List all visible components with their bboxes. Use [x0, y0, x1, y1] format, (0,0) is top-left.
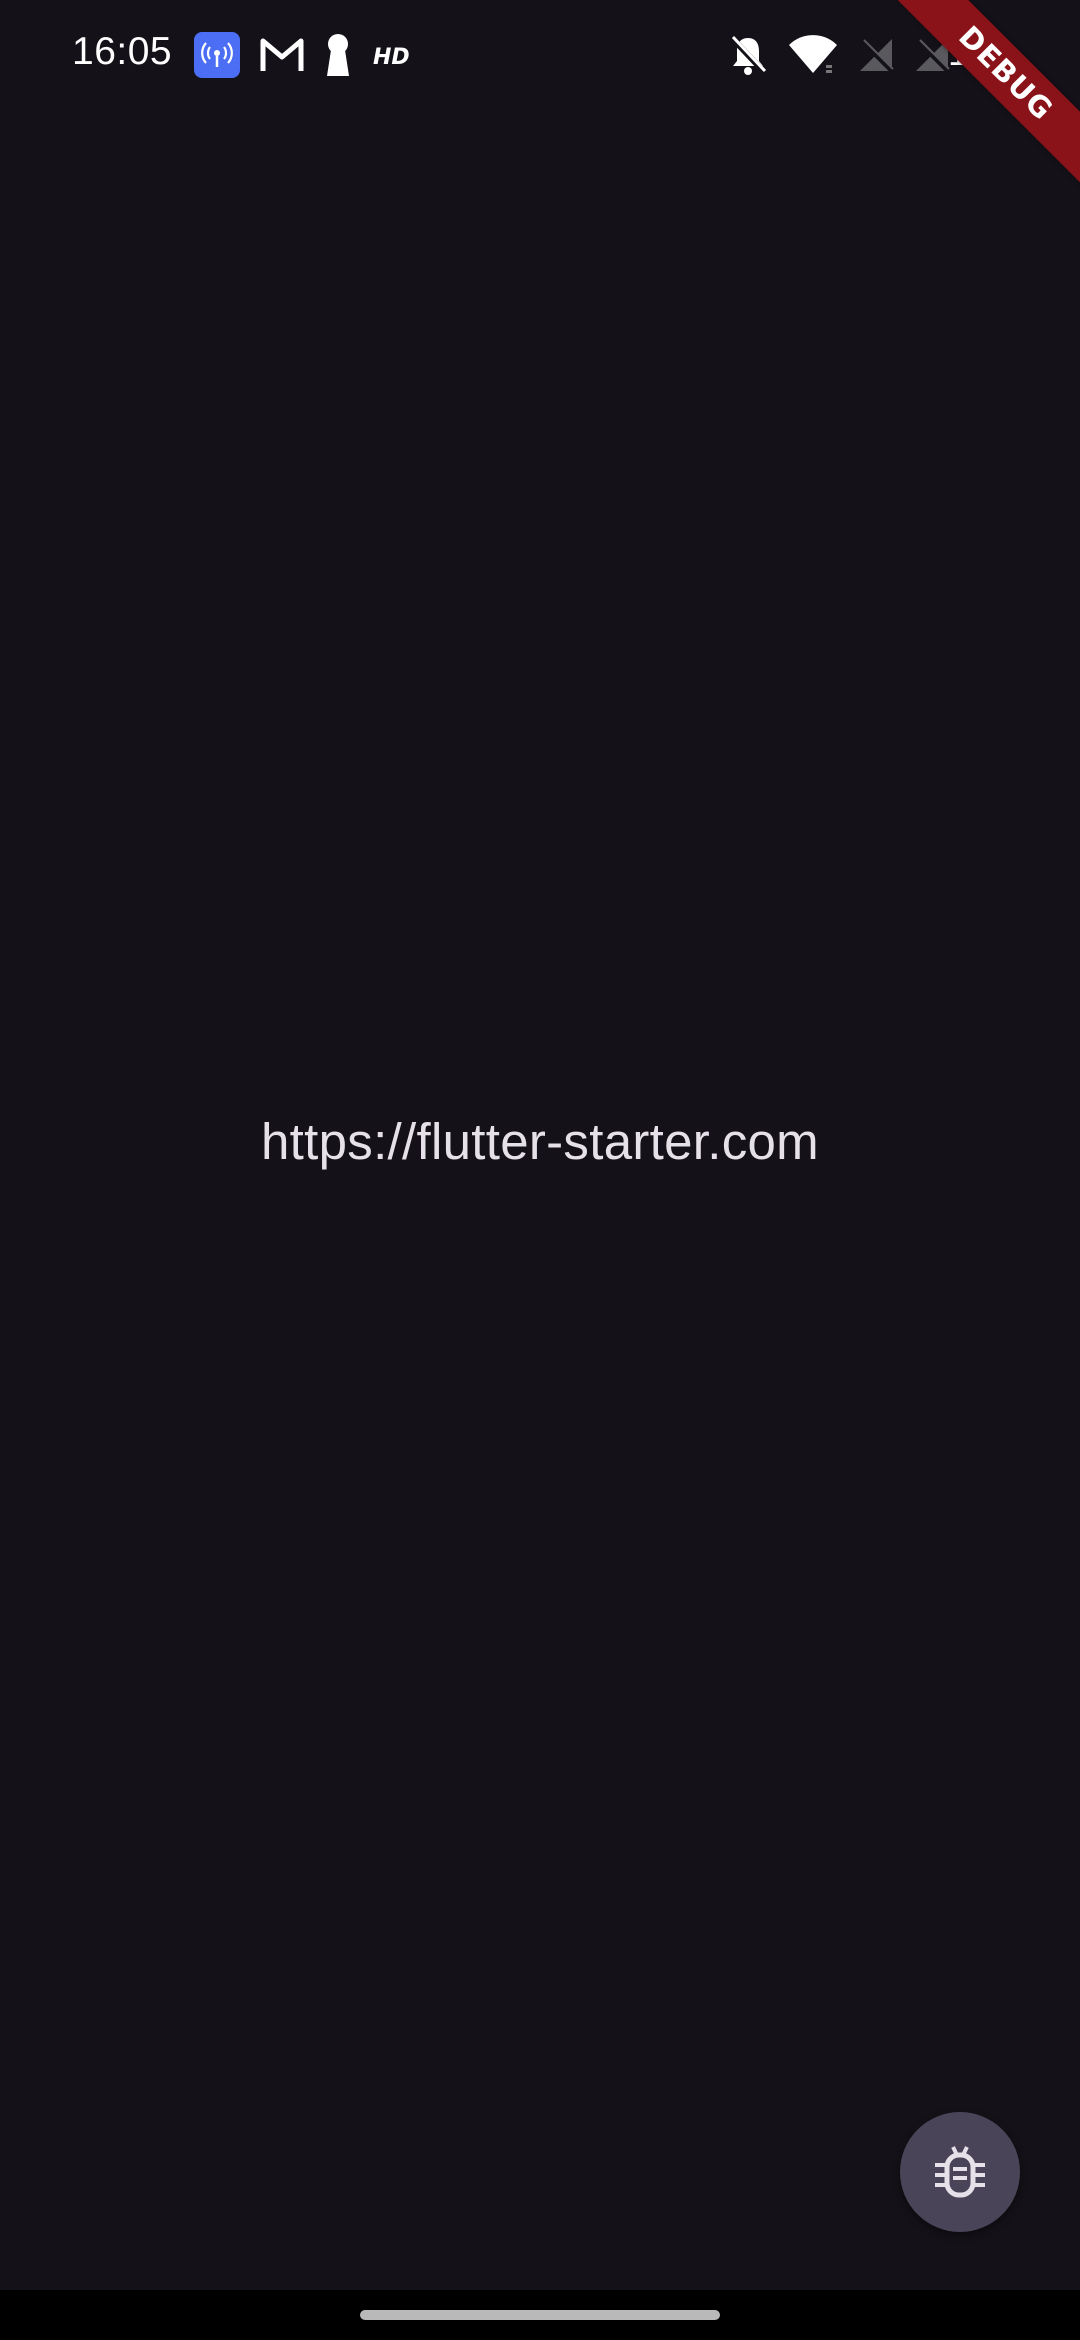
hotspot-app-icon [193, 31, 241, 79]
app-screen: 16:05 HD 100 DEBUG https://flutter-start… [0, 0, 1080, 2340]
status-bar: 16:05 HD 100 [0, 0, 1080, 112]
debug-fab-button[interactable] [900, 2112, 1020, 2232]
battery-percentage: 100 [948, 32, 1010, 73]
url-text: https://flutter-starter.com [261, 1113, 819, 1170]
hd-icon: HD [371, 40, 415, 70]
no-sim-icon [914, 37, 950, 73]
home-gesture-handle[interactable] [360, 2310, 720, 2320]
keyhole-icon [323, 32, 353, 78]
status-time: 16:05 [72, 30, 173, 73]
no-sim-icon [858, 37, 894, 73]
gmail-icon [259, 35, 305, 75]
bell-off-icon [728, 34, 768, 76]
navigation-bar [0, 2290, 1080, 2340]
status-left-icons: HD [193, 31, 415, 79]
status-right-icons [728, 31, 950, 79]
hd-label: HD [373, 45, 410, 70]
wifi-icon [788, 35, 838, 75]
bug-icon [933, 2143, 987, 2201]
